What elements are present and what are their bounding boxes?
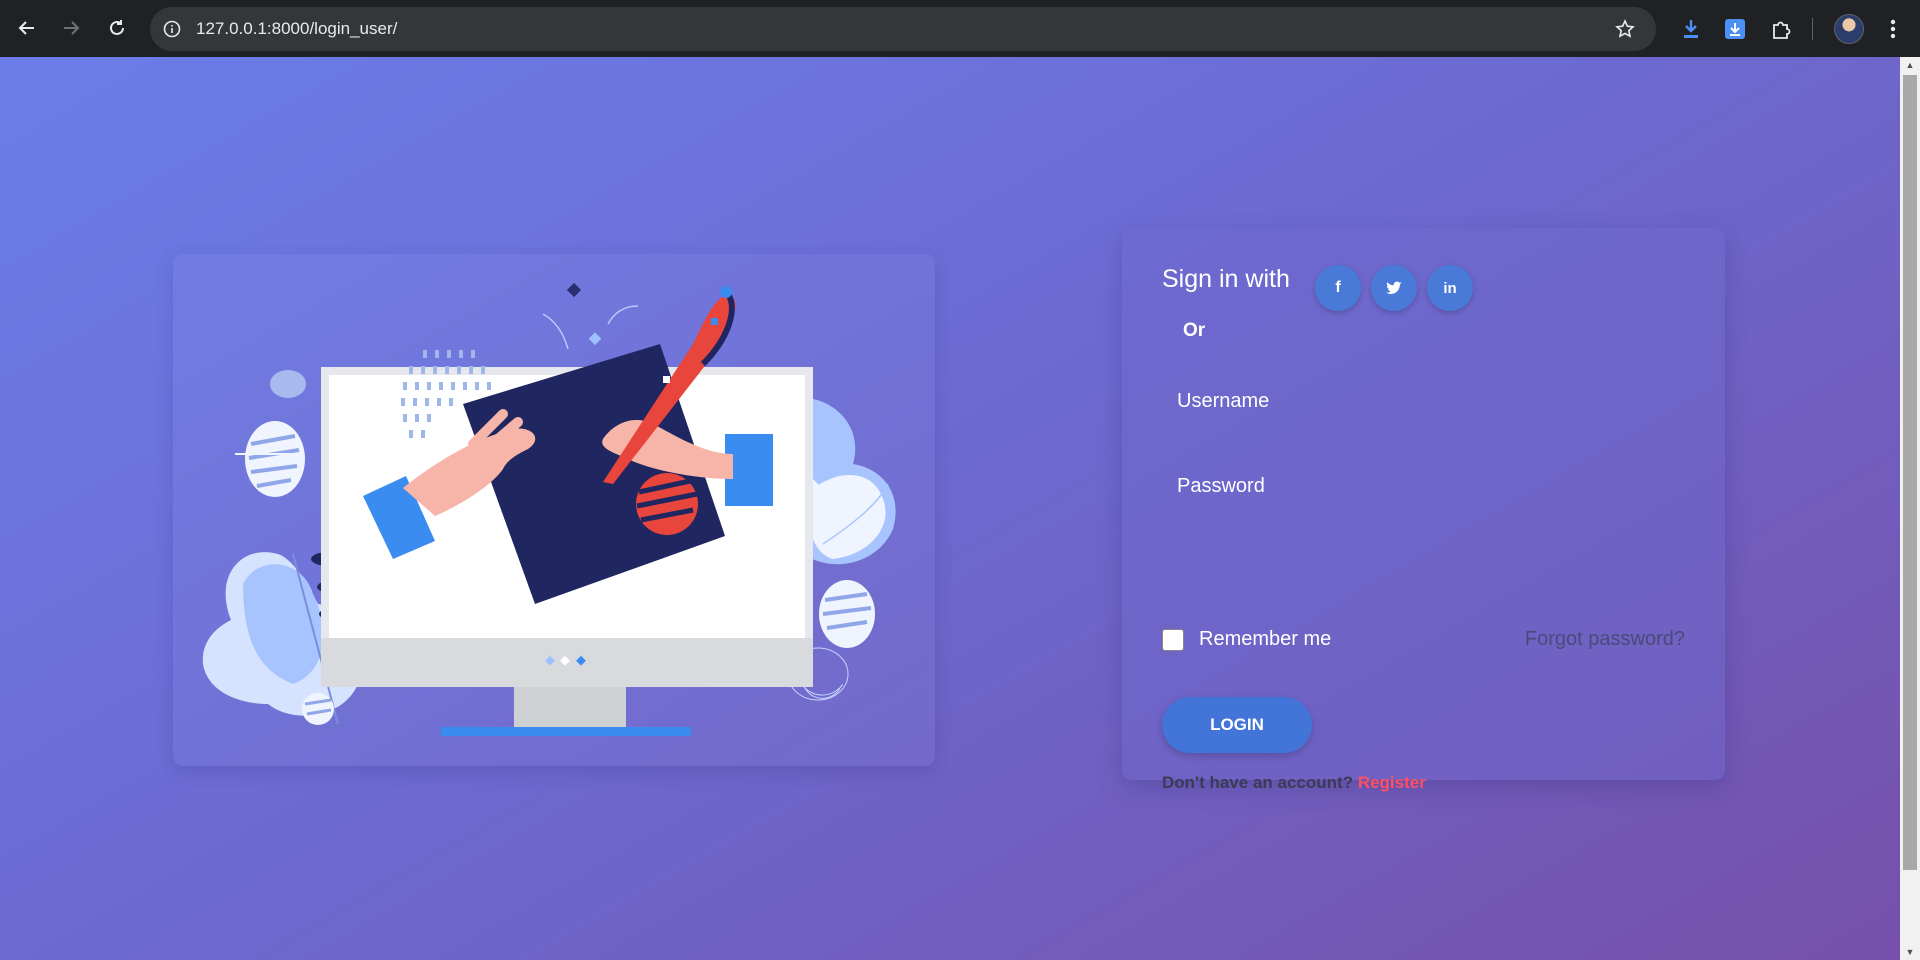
scroll-up-arrow[interactable]: ▲ (1900, 57, 1920, 73)
register-link[interactable]: Register (1358, 773, 1426, 792)
login-button[interactable]: LOGIN (1162, 697, 1312, 753)
sign-in-title: Sign in with (1162, 265, 1290, 293)
download-box-button[interactable] (1718, 12, 1752, 46)
linkedin-icon: in (1443, 279, 1457, 297)
arrow-left-icon (18, 21, 34, 35)
extensions-button[interactable] (1764, 12, 1798, 46)
monitor-drawing-illustration (202, 282, 896, 736)
username-input[interactable] (1162, 377, 1687, 425)
menu-button[interactable] (1876, 12, 1910, 46)
address-bar[interactable]: 127.0.0.1:8000/login_user/ (150, 7, 1656, 51)
remember-me-checkbox[interactable] (1162, 629, 1184, 651)
profile-avatar[interactable] (1834, 14, 1864, 44)
star-icon (1615, 19, 1635, 38)
arrow-right-icon (64, 21, 80, 35)
download-icon (1684, 20, 1698, 38)
password-input[interactable] (1162, 462, 1687, 510)
illustration-card (173, 254, 935, 766)
no-account-text: Don't have an account? (1162, 773, 1354, 792)
vertical-scrollbar[interactable]: ▲ ▼ (1900, 57, 1920, 960)
or-divider-label: Or (1183, 320, 1206, 341)
site-info-button[interactable] (160, 17, 184, 41)
login-card: Sign in with f in Or Remember me Forgot … (1122, 228, 1725, 792)
remember-me-label[interactable]: Remember me (1199, 628, 1331, 651)
page-viewport: Sign in with f in Or Remember me Forgot … (0, 57, 1900, 960)
facebook-icon: f (1335, 279, 1341, 296)
download-button[interactable] (1674, 12, 1708, 46)
download-box-icon (1725, 19, 1745, 39)
twitter-button[interactable] (1371, 265, 1417, 311)
info-icon (163, 20, 181, 38)
facebook-button[interactable]: f (1315, 265, 1361, 311)
reload-button[interactable] (101, 12, 133, 44)
forgot-password-link[interactable]: Forgot password? (1525, 628, 1685, 651)
linkedin-button[interactable]: in (1427, 265, 1473, 311)
browser-toolbar: 127.0.0.1:8000/login_user/ (0, 0, 1920, 57)
twitter-icon (1386, 281, 1402, 294)
more-vert-icon (1890, 19, 1896, 39)
register-prompt: Don't have an account? Register (1162, 773, 1426, 793)
reload-icon (110, 20, 124, 35)
bookmark-button[interactable] (1610, 14, 1640, 44)
extensions-puzzle-icon (1773, 21, 1791, 39)
forward-button[interactable] (55, 12, 87, 44)
back-button[interactable] (11, 12, 43, 44)
toolbar-separator (1812, 18, 1813, 40)
url-text[interactable]: 127.0.0.1:8000/login_user/ (196, 7, 397, 51)
scrollbar-thumb[interactable] (1903, 75, 1917, 870)
scroll-down-arrow[interactable]: ▼ (1900, 944, 1920, 960)
